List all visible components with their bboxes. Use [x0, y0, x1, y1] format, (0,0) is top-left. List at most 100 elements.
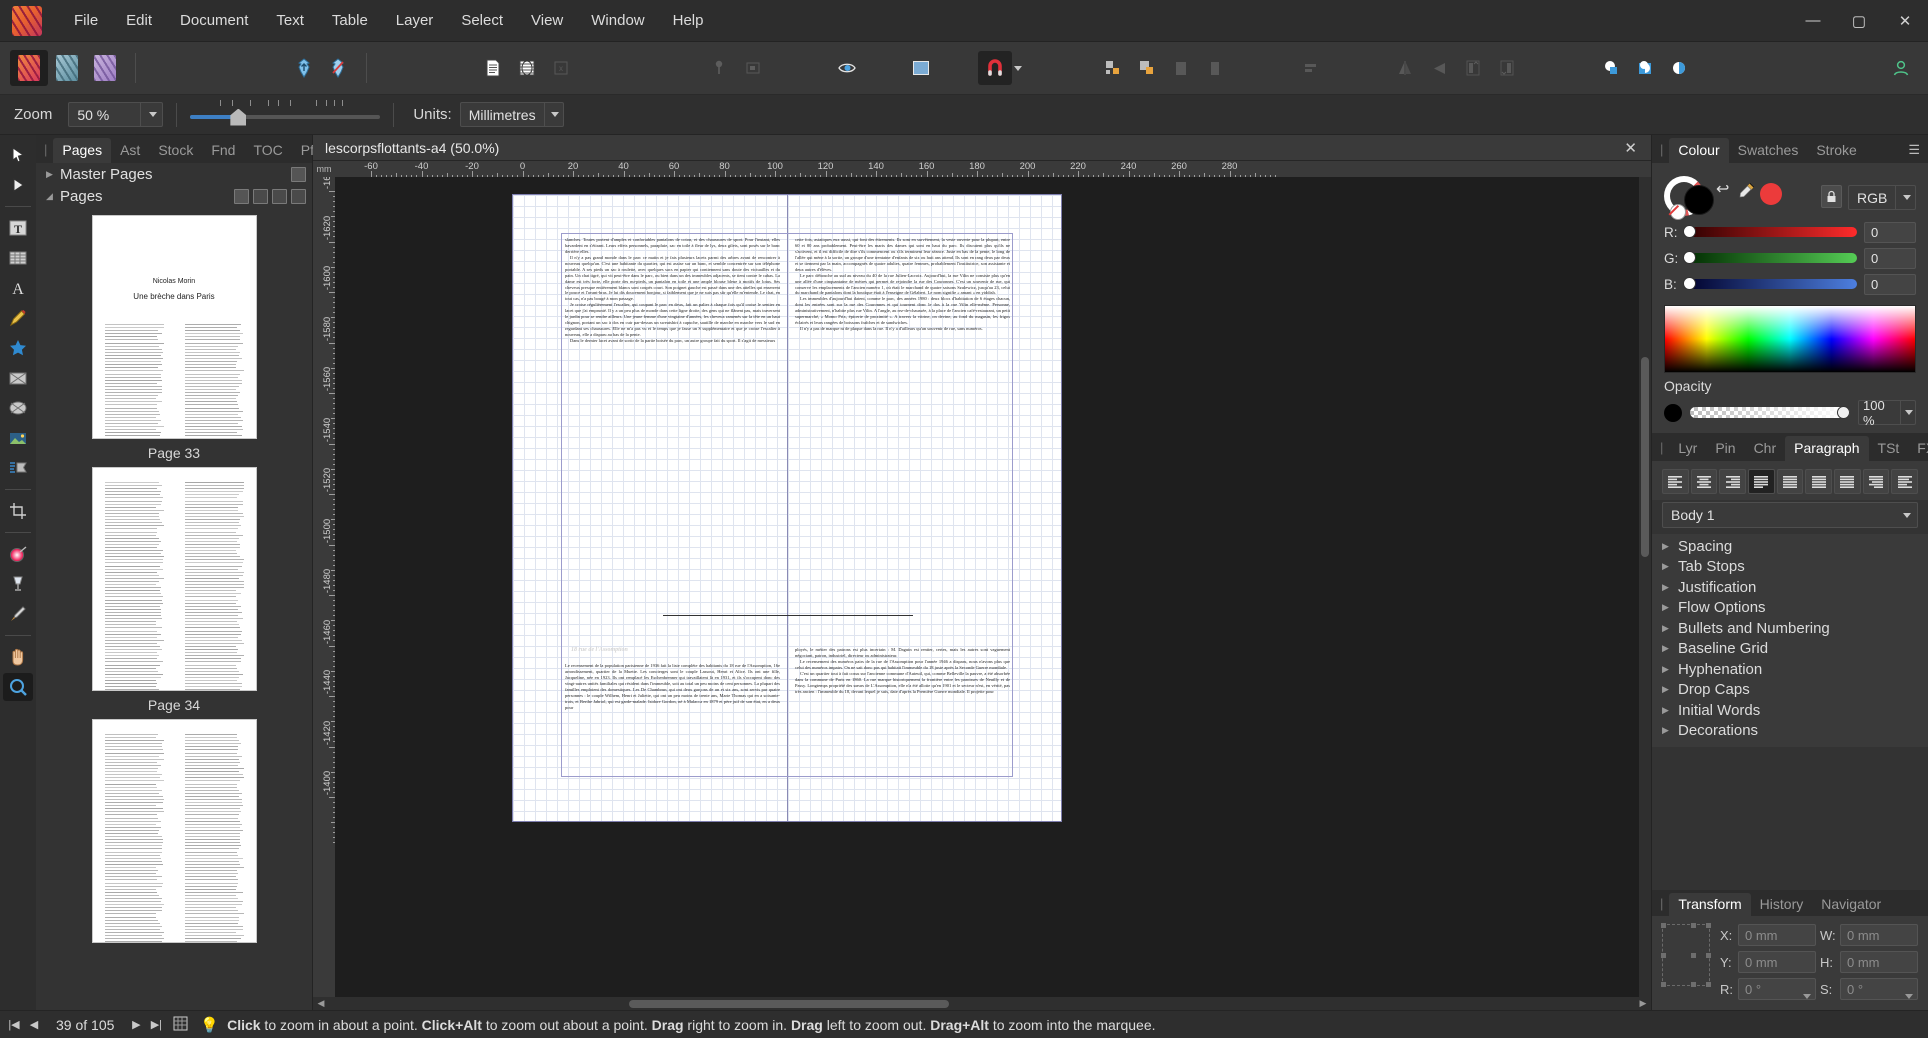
pages-tab-fnd[interactable]: Fnd	[202, 138, 244, 163]
align-end-button[interactable]	[1863, 469, 1890, 494]
horizontal-ruler[interactable]: -60 -40 -20 0 20 40 60 80 100 120 140 160 180 200 220 2…	[335, 161, 1639, 177]
flip-vertical-icon[interactable]	[1422, 51, 1456, 85]
menu-item-table[interactable]: Table	[318, 6, 382, 35]
crop-tool[interactable]	[3, 497, 33, 525]
channel-value-field[interactable]: 0	[1864, 274, 1916, 295]
left-column-text[interactable]: slanches. Toutes portent d'amples et con…	[565, 237, 780, 585]
menu-item-select[interactable]: Select	[447, 6, 517, 35]
zoom-tool[interactable]	[3, 673, 33, 701]
channel-slider[interactable]	[1684, 279, 1857, 289]
pages-tab-stock[interactable]: Stock	[149, 138, 202, 163]
transform-field-x[interactable]: 0 mm	[1738, 924, 1816, 946]
page-thumbnail-item[interactable]	[36, 719, 312, 943]
panel-grip-icon[interactable]: |	[1660, 440, 1669, 461]
chevron-right-icon[interactable]: ▶	[1662, 602, 1678, 613]
recent-colour-swatch[interactable]	[1760, 183, 1782, 205]
vertical-scrollbar[interactable]	[1639, 177, 1651, 997]
pages-row[interactable]: ◢ Pages	[36, 185, 312, 207]
last-page-icon[interactable]: ▶|	[148, 1018, 164, 1031]
pages-tab-pages[interactable]: Pages	[53, 138, 111, 163]
chevron-down-icon[interactable]	[1900, 401, 1915, 424]
transform-tab-transform[interactable]: Transform	[1669, 893, 1750, 916]
spread-setup-icon[interactable]	[234, 189, 249, 204]
paragraph-tab-paragraph[interactable]: Paragraph	[1785, 436, 1868, 461]
menu-item-edit[interactable]: Edit	[112, 6, 166, 35]
pen-tool[interactable]	[3, 304, 33, 332]
unlock-icon[interactable]	[1198, 51, 1232, 85]
minimize-button[interactable]: —	[1790, 0, 1836, 42]
chevron-right-icon[interactable]: ▶	[1662, 725, 1678, 736]
chevron-down-icon[interactable]	[1905, 987, 1913, 1002]
chevron-right-icon[interactable]: ▶	[1662, 623, 1678, 634]
next-page-icon[interactable]: ▶	[128, 1018, 144, 1031]
units-combo[interactable]: Millimetres	[460, 102, 564, 127]
justify-right-button[interactable]	[1805, 469, 1832, 494]
group-icon[interactable]	[1096, 51, 1130, 85]
align-left-button[interactable]	[1662, 469, 1689, 494]
colour-tab-colour[interactable]: Colour	[1669, 138, 1728, 163]
channel-slider-handle[interactable]	[1683, 251, 1696, 264]
colour-panel-menu-icon[interactable]: ☰	[1908, 142, 1928, 163]
snapping-dropdown-caret-icon[interactable]	[1014, 66, 1022, 71]
opacity-slider-handle[interactable]	[1837, 406, 1850, 419]
page-thumbnail[interactable]: Nicolas Morin Une brèche dans Paris	[92, 215, 257, 439]
transform-field-y[interactable]: 0 mm	[1738, 951, 1816, 973]
paragraph-tab-lyr[interactable]: Lyr	[1669, 436, 1706, 461]
ellipse-frame-tool[interactable]	[3, 394, 33, 422]
paragraph-section-bullets-and-numbering[interactable]: ▶ Bullets and Numbering	[1652, 618, 1928, 639]
scroll-left-icon[interactable]: ◀	[313, 998, 329, 1009]
channel-slider-handle[interactable]	[1683, 277, 1696, 290]
paragraph-tab-fx[interactable]: FX	[1908, 436, 1928, 461]
transform-field-r[interactable]: 0 °	[1738, 978, 1816, 1000]
chevron-down-icon[interactable]	[140, 103, 162, 126]
zoom-slider-handle[interactable]	[230, 109, 246, 126]
paragraph-section-tab-stops[interactable]: ▶ Tab Stops	[1652, 557, 1928, 578]
paragraph-tab-chr[interactable]: Chr	[1745, 436, 1786, 461]
horizontal-scrollbar[interactable]	[329, 1000, 1635, 1008]
chevron-right-icon[interactable]: ▶	[1662, 582, 1678, 593]
vertical-scrollbar-thumb[interactable]	[1641, 357, 1649, 557]
chevron-right-icon[interactable]: ▶	[1662, 684, 1678, 695]
menu-item-layer[interactable]: Layer	[382, 6, 448, 35]
menu-item-window[interactable]: Window	[577, 6, 658, 35]
colour-tab-swatches[interactable]: Swatches	[1729, 138, 1808, 163]
pin-up-icon[interactable]	[287, 51, 321, 85]
show-spread-icon[interactable]	[510, 51, 544, 85]
chevron-right-icon[interactable]: ▶	[1662, 643, 1678, 654]
right-column-text[interactable]: cette fois, asiatiques eux aussi, qui fo…	[795, 237, 1010, 585]
channel-slider[interactable]	[1684, 253, 1857, 263]
zoom-combo[interactable]: 50 %	[68, 102, 163, 127]
text-frame-icon[interactable]	[904, 51, 938, 85]
fill-colour-swatch[interactable]	[1684, 185, 1714, 215]
lock-icon[interactable]	[1164, 51, 1198, 85]
channel-slider[interactable]	[1684, 227, 1857, 237]
panel-grip-icon[interactable]: |	[44, 142, 53, 163]
menu-item-view[interactable]: View	[517, 6, 577, 35]
colour-tab-stroke[interactable]: Stroke	[1807, 138, 1865, 163]
no-fill-swatch[interactable]	[1670, 204, 1686, 220]
paragraph-section-decorations[interactable]: ▶ Decorations	[1652, 721, 1928, 742]
panel-grip-icon[interactable]: |	[1660, 142, 1669, 163]
align-icon[interactable]	[1294, 51, 1328, 85]
rotate-right-icon[interactable]	[1490, 51, 1524, 85]
transform-field-h[interactable]: 0 mm	[1840, 951, 1918, 973]
align-centre-button[interactable]	[1691, 469, 1718, 494]
paragraph-section-hyphenation[interactable]: ▶ Hyphenation	[1652, 659, 1928, 680]
page-spread[interactable]: slanches. Toutes portent d'amples et con…	[513, 195, 1061, 821]
add-master-icon[interactable]	[291, 167, 306, 182]
align-right-button[interactable]	[1719, 469, 1746, 494]
pin-marker-icon[interactable]	[702, 51, 736, 85]
table-tool[interactable]	[3, 244, 33, 272]
chevron-right-icon[interactable]: ▶	[1662, 561, 1678, 572]
chevron-down-icon[interactable]	[544, 103, 563, 126]
chevron-right-icon[interactable]: ▶	[1662, 541, 1678, 552]
chevron-right-icon[interactable]: ▶	[46, 169, 60, 180]
page-thumbnail[interactable]	[92, 467, 257, 691]
page-thumbnail[interactable]	[92, 719, 257, 943]
duplicate-page-icon[interactable]	[272, 189, 287, 204]
menu-item-text[interactable]: Text	[262, 6, 318, 35]
close-document-icon[interactable]: ✕	[1610, 139, 1651, 157]
paragraph-section-justification[interactable]: ▶ Justification	[1652, 577, 1928, 598]
justify-centre-button[interactable]	[1777, 469, 1804, 494]
pin-none-icon[interactable]	[321, 51, 355, 85]
